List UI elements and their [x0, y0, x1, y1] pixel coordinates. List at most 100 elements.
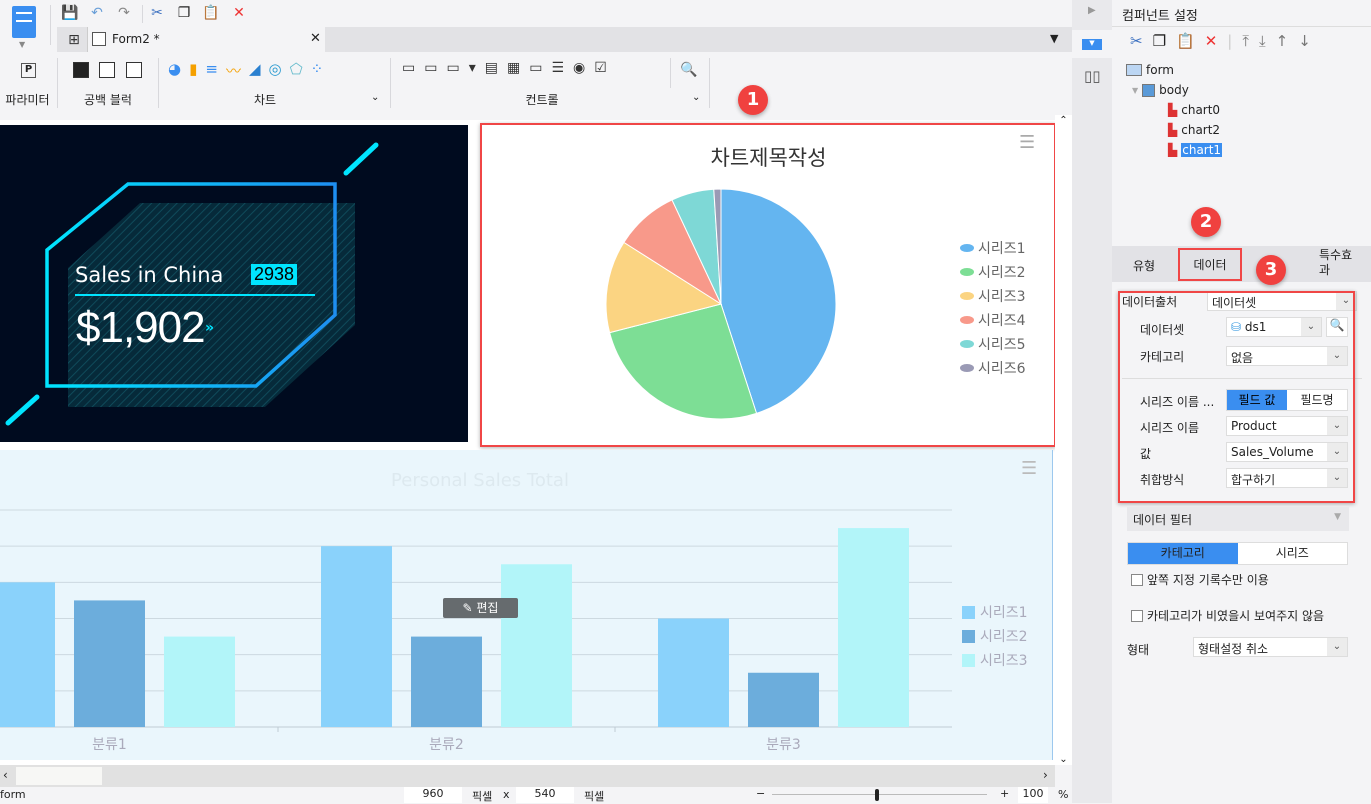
tab-effects[interactable]: 특수효과 [1319, 248, 1357, 278]
bar-1-3[interactable] [658, 618, 729, 728]
scroll-up-icon[interactable]: ⌃ [1055, 115, 1072, 126]
filter-tab-category[interactable]: 카테고리 [1128, 543, 1238, 564]
zoom-slider-thumb[interactable] [875, 789, 879, 801]
tree-item-chart1[interactable]: ▙ chart1 [1168, 143, 1223, 157]
grid-add-icon[interactable]: ⊞ [65, 31, 83, 49]
cut-icon[interactable]: ✂ [1130, 32, 1143, 50]
horizontal-scrollbar[interactable]: ‹ › [0, 765, 1055, 787]
radio-icon[interactable]: ◉ [573, 60, 585, 76]
scroll-right-icon[interactable]: › [1043, 768, 1048, 782]
checkbox[interactable] [1131, 574, 1143, 586]
vertical-scrollbar[interactable]: ⌃ ⌄ [1055, 115, 1072, 765]
tab-type[interactable]: 유형 [1133, 257, 1155, 274]
close-tab-icon[interactable]: ✕ [310, 31, 321, 46]
legend-item[interactable]: 시리즈1 [962, 600, 1028, 624]
ribbon-group-blank-block: 공백 블럭 [84, 93, 132, 107]
tree-item-body[interactable]: ▼ body [1132, 83, 1189, 97]
redo-icon[interactable]: ↷ [115, 4, 133, 22]
chevron-down-icon[interactable]: ⌄ [692, 92, 700, 103]
delete-icon[interactable]: ✕ [1205, 32, 1218, 50]
tree-label: chart2 [1181, 123, 1221, 137]
zoom-slider[interactable] [772, 794, 987, 795]
block-split-icon[interactable] [99, 62, 115, 78]
edit-button[interactable]: ✎ 편집 [443, 598, 518, 618]
filter-tab-series[interactable]: 시리즈 [1238, 543, 1348, 564]
chevron-down-icon[interactable]: ▼ [19, 40, 25, 49]
kpi-widget[interactable]: Sales in China 2938 $1,902 » [0, 125, 468, 442]
limit-records-checkbox[interactable]: 앞쪽 지정 기록수만 이용 [1131, 571, 1269, 588]
copy-icon[interactable]: ❐ [1153, 32, 1166, 50]
label-icon[interactable]: ▭ [424, 60, 437, 76]
radar-icon[interactable]: ⬠ [290, 60, 303, 81]
collapse-icon[interactable]: ▼ [1132, 86, 1138, 95]
combobox-icon[interactable]: ▾ [469, 60, 476, 76]
bar-chart-widget[interactable]: Personal Sales Total ☰ 분류1 분류2 분류3 시리즈1 시리즈… [0, 450, 1053, 760]
canvas-height-input[interactable]: 540 [516, 787, 574, 803]
delete-icon[interactable]: ✕ [230, 4, 248, 22]
paste-icon[interactable]: 📋 [202, 4, 220, 22]
tree-item-chart2[interactable]: ▙ chart2 [1168, 123, 1220, 137]
list-icon[interactable]: ▤ [485, 60, 498, 76]
button-icon[interactable]: ▭ [446, 60, 459, 76]
ribbon-group-parameter: 파라미터 [5, 93, 50, 107]
bar-2-2[interactable] [411, 636, 482, 727]
move-down-icon[interactable]: ↓ [1298, 32, 1311, 50]
bar-2-3[interactable] [748, 672, 819, 727]
move-bottom-icon[interactable]: ⤓ [1259, 32, 1266, 50]
textbox-icon[interactable]: ▭ [402, 60, 415, 76]
scroll-thumb[interactable] [16, 767, 102, 785]
layout-icon[interactable]: ▯▯ [1084, 67, 1101, 85]
parameter-icon[interactable]: P [21, 63, 36, 78]
area-chart-icon[interactable]: ◢ [249, 60, 261, 81]
block-icon[interactable] [73, 62, 89, 78]
pie-chart-icon[interactable]: ◕ [168, 60, 181, 81]
copy-icon[interactable]: ❐ [175, 4, 193, 22]
bar-3-1[interactable] [164, 636, 235, 727]
save-icon[interactable]: 💾 [61, 4, 79, 22]
block-tab-icon[interactable] [126, 62, 142, 78]
data-filter-header[interactable]: 데이터 필터 ▼ [1127, 507, 1349, 531]
expand-icon[interactable]: ▶ [1088, 5, 1096, 16]
cut-icon[interactable]: ✂ [148, 4, 166, 22]
textarea-icon[interactable]: ☰ [551, 60, 564, 76]
scroll-left-icon[interactable]: ‹ [3, 768, 8, 782]
bar-1-2[interactable] [321, 546, 392, 727]
checkbox[interactable] [1131, 610, 1143, 622]
legend-item[interactable]: 시리즈2 [962, 624, 1028, 648]
bar-2-1[interactable] [74, 600, 145, 727]
bar-1-1[interactable] [0, 582, 55, 727]
tab-menu-icon[interactable]: ▼ [1050, 32, 1058, 45]
bar-chart-icon[interactable]: ▮ [189, 60, 197, 81]
style-select[interactable]: 형태설정 취소 ⌄ [1193, 637, 1348, 657]
preview-icon[interactable]: 🔍 [680, 61, 698, 79]
paste-icon[interactable]: 📋 [1176, 32, 1195, 50]
undo-icon[interactable]: ↶ [88, 4, 106, 22]
tab-form2[interactable]: Form2 * ✕ [87, 27, 325, 52]
scroll-down-icon[interactable]: ⌄ [1055, 754, 1072, 765]
callout-badge-3: 3 [1256, 255, 1286, 285]
chevron-down-icon[interactable]: ⌄ [371, 92, 379, 103]
zoom-out-icon[interactable]: − [756, 787, 765, 800]
zoom-input[interactable]: 100 [1018, 787, 1048, 803]
zoom-in-icon[interactable]: + [1000, 787, 1009, 800]
move-top-icon[interactable]: ⤒ [1242, 32, 1249, 50]
tree-item-chart0[interactable]: ▙ chart0 [1168, 103, 1220, 117]
scatter-icon[interactable]: ⁘ [311, 60, 324, 81]
legend-item[interactable]: 시리즈3 [962, 648, 1028, 672]
tab-data[interactable]: 데이터 [1178, 248, 1242, 281]
bar-3-3[interactable] [838, 528, 909, 727]
hide-empty-category-checkbox[interactable]: 카테고리가 비였을시 보여주지 않음 [1131, 607, 1324, 624]
checkbox-icon[interactable]: ☑ [594, 60, 607, 76]
move-up-icon[interactable]: ↑ [1276, 32, 1289, 50]
line-chart-icon[interactable]: 〰 [226, 60, 241, 81]
tree-item-form[interactable]: form [1126, 63, 1174, 77]
component-settings-tab[interactable]: ▼ [1072, 30, 1112, 58]
bar-3-2[interactable] [501, 564, 572, 727]
calendar-icon[interactable]: ▦ [507, 60, 520, 76]
canvas-width-input[interactable]: 960 [404, 787, 462, 803]
app-logo[interactable] [12, 6, 36, 38]
design-canvas[interactable]: Sales in China 2938 $1,902 » 차트제목작성 ☰ 시리… [0, 120, 1056, 765]
number-icon[interactable]: ▭ [529, 60, 542, 76]
horizontal-bar-icon[interactable]: ≡ [205, 60, 218, 81]
gauge-icon[interactable]: ◎ [269, 60, 282, 81]
